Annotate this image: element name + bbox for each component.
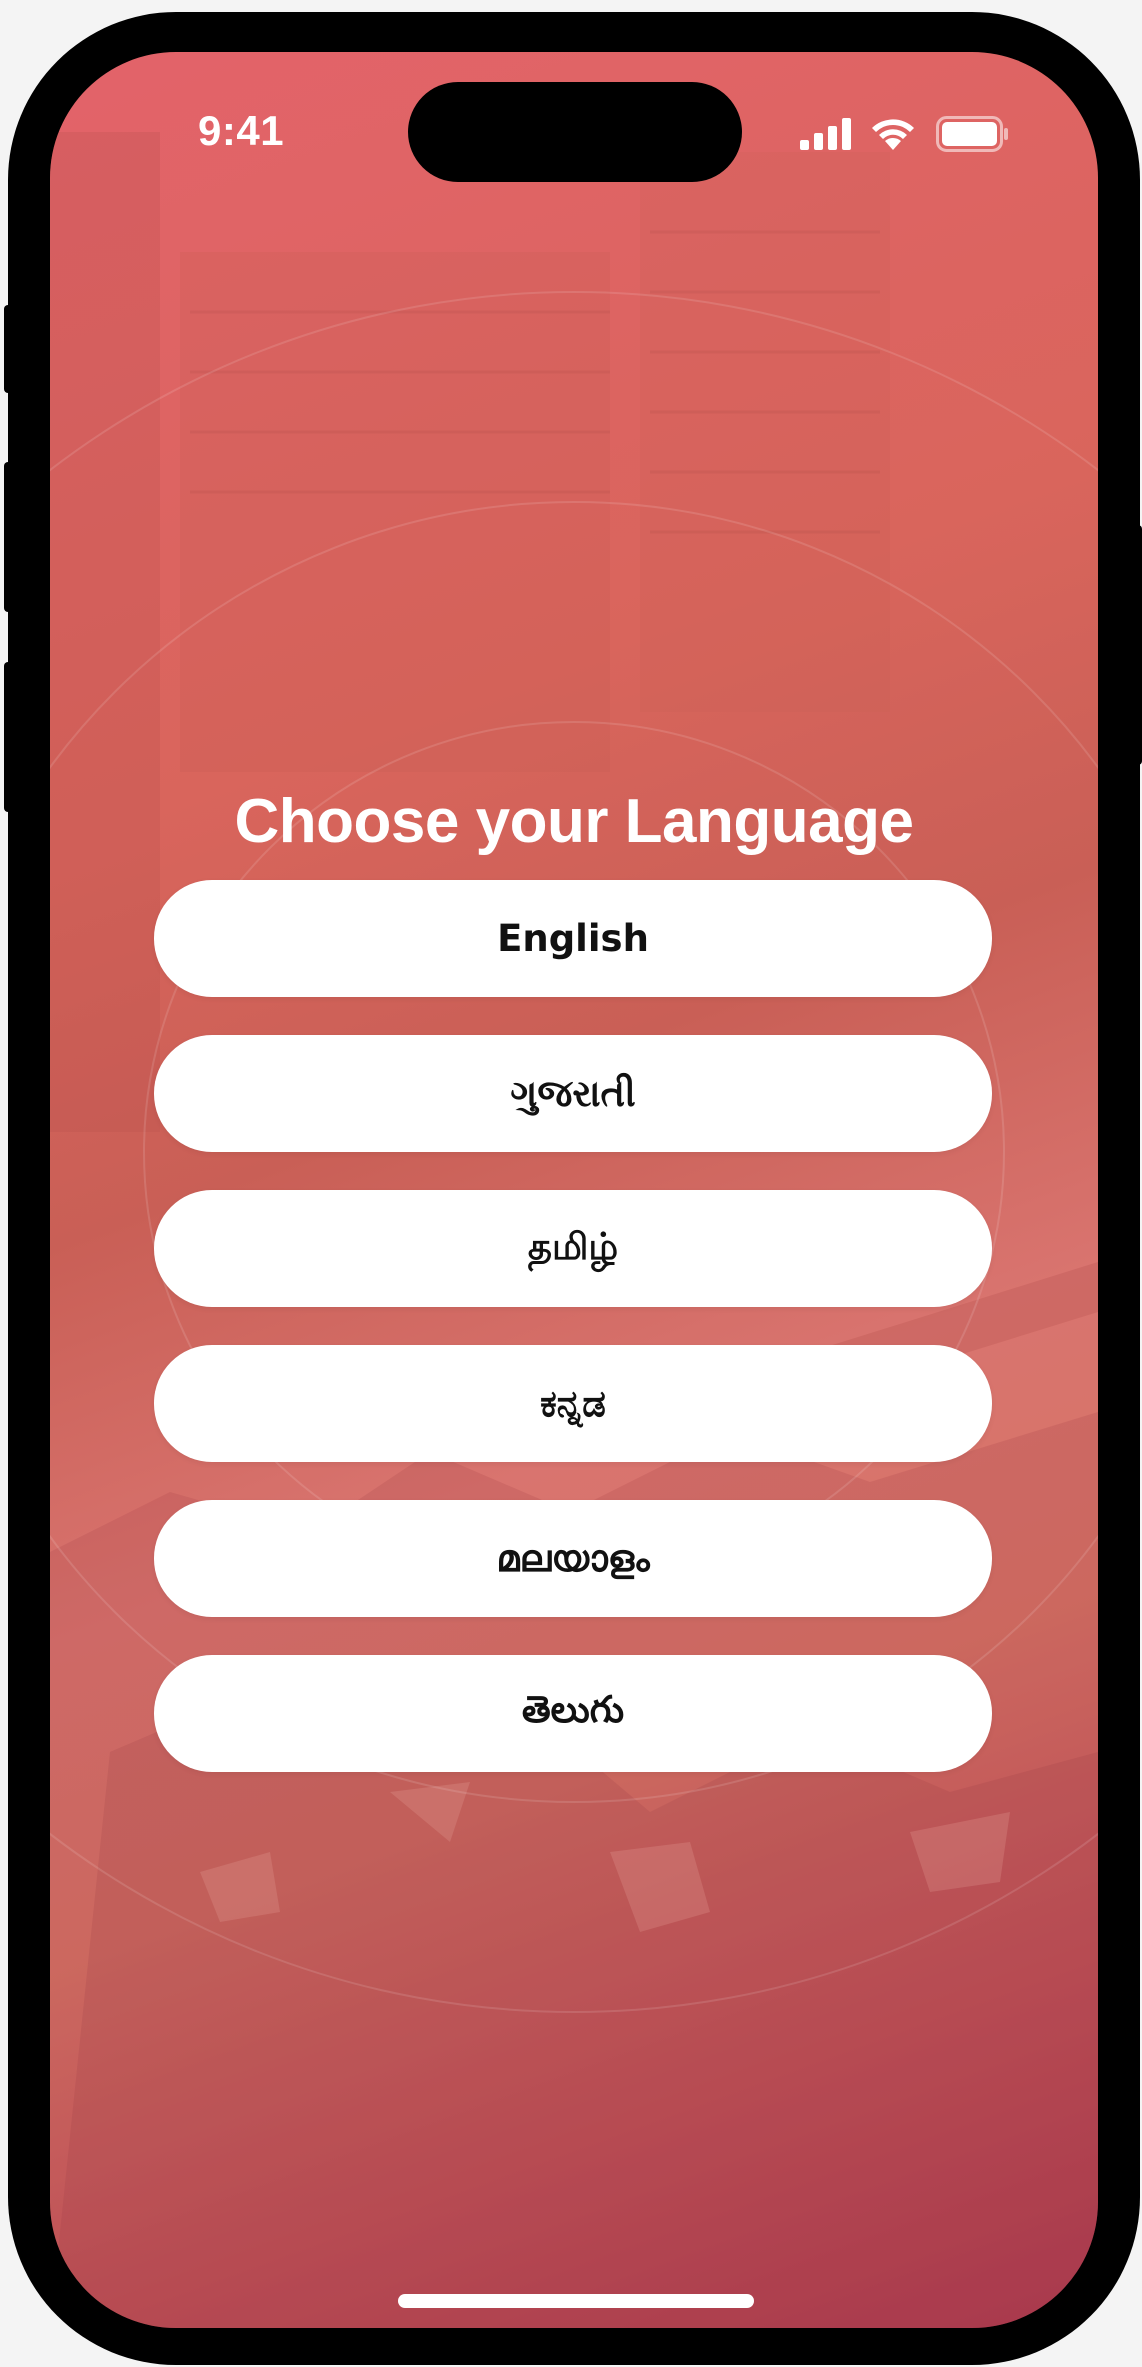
language-button-malayalam[interactable]: മലയാളം — [154, 1500, 992, 1617]
home-indicator[interactable] — [398, 2294, 754, 2308]
language-button-tamil[interactable]: தமிழ் — [154, 1190, 992, 1307]
power-button — [1132, 525, 1142, 765]
language-button-english[interactable]: English — [154, 880, 992, 997]
dynamic-island — [408, 82, 742, 182]
page-title: Choose your Language — [234, 786, 914, 856]
volume-up-button — [4, 462, 14, 612]
language-list: English ગુજરાતી தமிழ் ಕನ್ನಡ മലയാളം తెలుగ… — [154, 880, 992, 1772]
status-icons — [800, 114, 1010, 152]
app-screen: 9:41 Choose your Language English ગુજરાત… — [50, 52, 1098, 2328]
volume-down-button — [4, 662, 14, 812]
language-button-gujarati[interactable]: ગુજરાતી — [154, 1035, 992, 1152]
language-button-telugu[interactable]: తెలుగు — [154, 1655, 992, 1772]
language-button-kannada[interactable]: ಕನ್ನಡ — [154, 1345, 992, 1462]
action-button — [4, 305, 14, 393]
battery-icon — [936, 116, 1008, 152]
wifi-icon — [872, 119, 914, 150]
status-time: 9:41 — [198, 107, 285, 154]
cellular-signal-icon — [800, 118, 851, 150]
status-bar: 9:41 — [50, 52, 1098, 202]
